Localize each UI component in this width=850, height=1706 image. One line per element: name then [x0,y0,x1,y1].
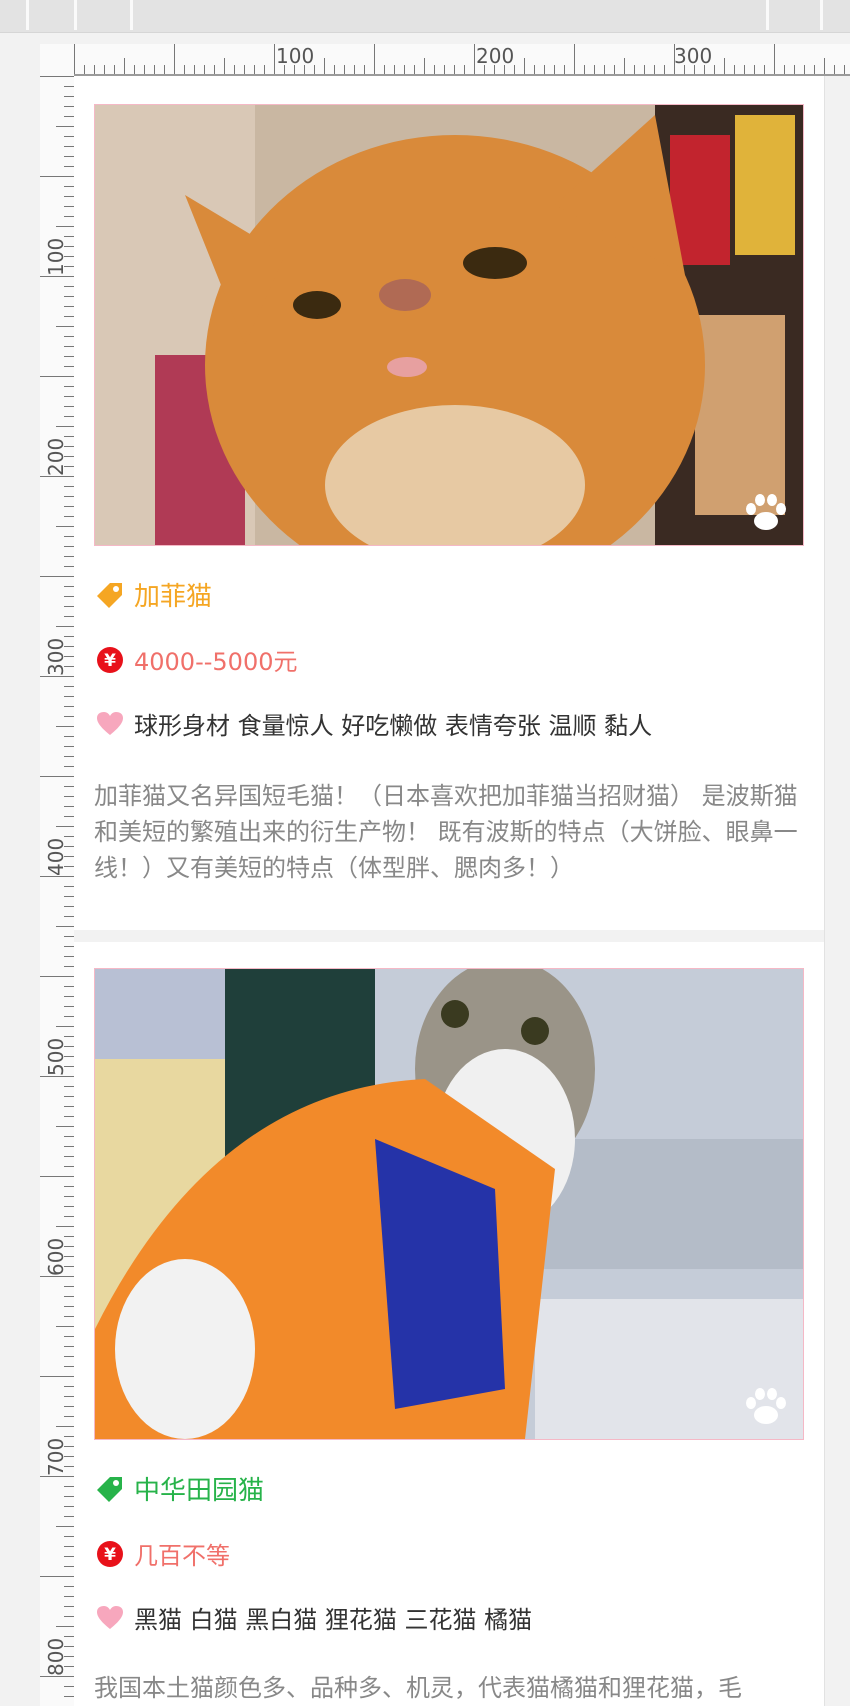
pet-list: 加菲猫 ¥ 4000--5000元 球形身材 食量惊人 好吃懒做 表情夸张 温顺… [74,76,824,1706]
ruler-label: 100 [276,44,315,68]
yuan-icon: ¥ [97,1540,123,1567]
cat-photo-placeholder [95,105,803,545]
vertical-ruler[interactable]: 100 200 300 400 500 600 700 800 [40,76,76,1706]
traits-text: 黑猫 白猫 黑白猫 狸花猫 三花猫 橘猫 [134,1606,533,1634]
toolbar-separator [130,0,133,30]
svg-text:¥: ¥ [104,1545,116,1565]
traits-row: 黑猫 白猫 黑白猫 狸花猫 三花猫 橘猫 [96,1600,532,1635]
ruler-label: 600 [44,1237,68,1276]
top-toolbar [0,0,850,33]
toolbar-separator [74,0,77,30]
paw-icon [746,494,786,530]
cat-card[interactable]: 中华田园猫 ¥ 几百不等 黑猫 白猫 黑白猫 狸花猫 三花猫 橘猫 我国本土猫颜… [74,942,824,1706]
heart-icon [97,711,123,735]
toolbar-separator [766,0,769,30]
heart-icon [97,1605,123,1629]
traits-row: 球形身材 食量惊人 好吃懒做 表情夸张 温顺 黏人 [96,706,652,741]
ruler-label: 200 [44,437,68,476]
yuan-icon: ¥ [97,646,123,673]
breed-name-row: 中华田园猫 [96,1470,264,1507]
breed-name: 中华田园猫 [134,1476,265,1506]
ruler-label: 700 [44,1437,68,1476]
cat-photo [94,968,804,1440]
ruler-label: 500 [44,1037,68,1076]
price-row: ¥ 4000--5000元 [96,642,297,677]
breed-description: 我国本土猫颜色多、品种多、机灵，代表猫橘猫和狸花猫，毛 [94,1674,742,1702]
breed-name: 加菲猫 [134,582,213,612]
svg-text:¥: ¥ [104,651,116,671]
ruler-label: 100 [44,237,68,276]
ruler-label: 300 [44,637,68,676]
ruler-corner [40,44,74,76]
horizontal-ruler[interactable]: 100 200 300 [74,44,850,76]
horizontal-ruler-ticks [74,44,845,74]
price-range: 4000--5000元 [134,648,298,676]
canvas-margin [824,76,850,1706]
ruler-label: 300 [674,44,713,68]
toolbar-separator [26,0,29,30]
card-divider [74,930,824,942]
toolbar-separator [820,0,823,30]
paw-icon [746,1388,786,1424]
ruler-label: 400 [44,837,68,876]
cat-photo-placeholder [95,969,803,1439]
breed-description: 加菲猫又名异国短毛猫！（日本喜欢把加菲猫当招财猫） 是波斯猫和美短的繁殖出来的衍… [94,782,798,882]
cat-photo [94,104,804,546]
price-range: 几百不等 [134,1542,230,1570]
ruler-label: 800 [44,1637,68,1676]
traits-text: 球形身材 食量惊人 好吃懒做 表情夸张 温顺 黏人 [134,712,653,740]
tag-icon [97,1476,122,1502]
ruler-label: 200 [476,44,515,68]
tag-icon [97,582,122,608]
breed-name-row: 加菲猫 [96,576,212,613]
cat-card[interactable]: 加菲猫 ¥ 4000--5000元 球形身材 食量惊人 好吃懒做 表情夸张 温顺… [74,76,824,930]
price-row: ¥ 几百不等 [96,1536,230,1571]
